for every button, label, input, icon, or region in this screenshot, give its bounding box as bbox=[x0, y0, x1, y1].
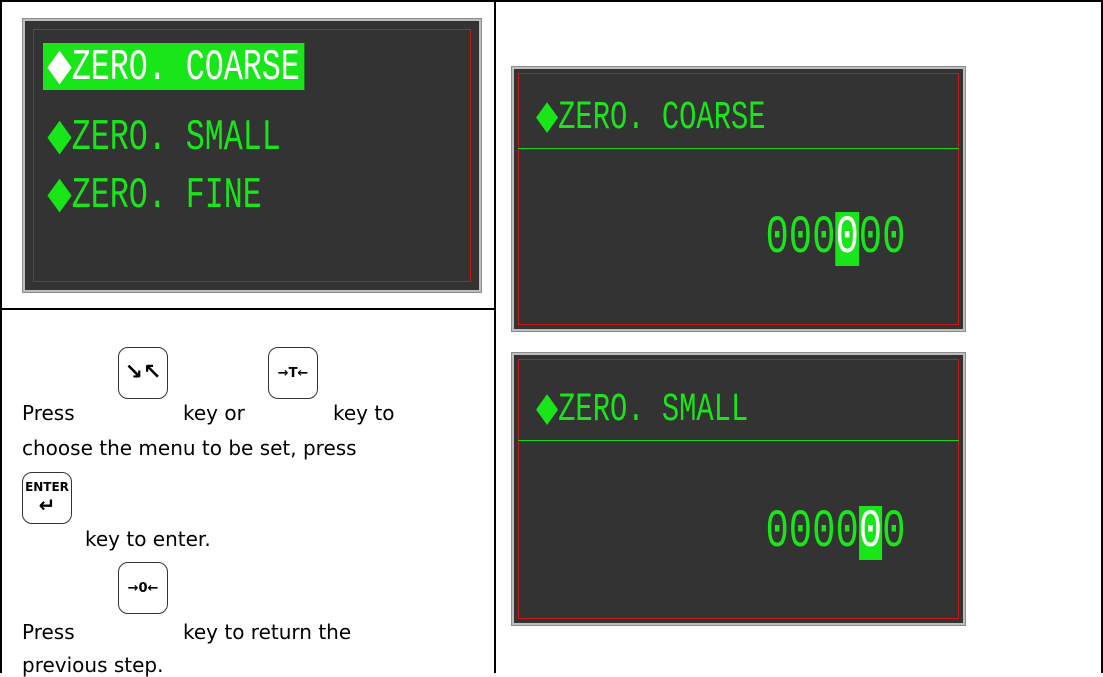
instruction-press-1: Press bbox=[22, 401, 75, 425]
menu-item-label: ZERO. FINE bbox=[71, 171, 262, 221]
select-key-icon: ↘↖ bbox=[118, 347, 168, 399]
digit: 0 bbox=[765, 502, 789, 563]
diamond-icon: ◆ bbox=[47, 39, 72, 90]
instruction-return-previous: key to return the bbox=[183, 620, 352, 644]
zero-value-digits: 000000 bbox=[765, 212, 905, 266]
instruction-previous-step: previous step. bbox=[22, 653, 164, 677]
diamond-icon: ◆ bbox=[47, 109, 72, 160]
digit: 0 bbox=[811, 502, 836, 563]
menu-item-zero-fine[interactable]: ◆ZERO. FINE bbox=[43, 171, 266, 221]
screen-title: ◆ZERO. SMALL bbox=[536, 387, 748, 431]
digit: 0 bbox=[788, 208, 812, 269]
menu-item-zero-small[interactable]: ◆ZERO. SMALL bbox=[43, 113, 285, 163]
screen-title-label: ZERO. COARSE bbox=[558, 96, 766, 141]
zero-key-icon: →0← bbox=[118, 562, 168, 614]
table-border-row bbox=[0, 308, 496, 310]
diamond-icon: ◆ bbox=[536, 384, 559, 430]
zero-coarse-lcd-screen: ◆ZERO. COARSE 000000 bbox=[511, 66, 966, 332]
menu-item-label: ZERO. COARSE bbox=[71, 43, 300, 93]
menu-lcd-screen: ◆ZERO. COARSE ◆ZERO. SMALL ◆ZERO. FINE bbox=[22, 18, 482, 293]
zero-key-glyph: →0← bbox=[127, 580, 159, 596]
instruction-press-2: Press bbox=[22, 620, 75, 644]
diamond-icon: ◆ bbox=[47, 167, 72, 218]
lcd-title-divider bbox=[518, 440, 959, 441]
digit: 0 bbox=[765, 208, 789, 269]
tare-key-icon: →T← bbox=[268, 347, 318, 399]
enter-key-icon: ENTER ↵ bbox=[22, 472, 72, 524]
table-border-top bbox=[0, 0, 1103, 2]
diamond-icon: ◆ bbox=[536, 92, 559, 138]
enter-key-label: ENTER bbox=[25, 480, 69, 494]
digit-cursor: 0 bbox=[858, 502, 882, 563]
screen-title-label: ZERO. SMALL bbox=[558, 388, 749, 433]
zero-small-lcd-screen: ◆ZERO. SMALL 000000 bbox=[511, 352, 966, 626]
enter-arrow-icon: ↵ bbox=[38, 493, 56, 517]
instruction-key-or: key or bbox=[183, 401, 245, 425]
menu-item-zero-coarse[interactable]: ◆ZERO. COARSE bbox=[43, 43, 305, 93]
digit: 0 bbox=[881, 208, 905, 269]
digit: 0 bbox=[811, 208, 836, 269]
digit: 0 bbox=[881, 502, 905, 563]
instruction-key-to-enter: key to enter. bbox=[85, 527, 211, 551]
screen-title: ◆ZERO. COARSE bbox=[536, 95, 766, 139]
tare-key-glyph: →T← bbox=[277, 365, 309, 381]
digit: 0 bbox=[835, 502, 859, 563]
zero-value-digits: 000000 bbox=[765, 506, 905, 560]
table-border-left bbox=[0, 0, 2, 673]
digit: 0 bbox=[858, 208, 882, 269]
select-key-glyph: ↘↖ bbox=[124, 360, 162, 385]
lcd-title-divider bbox=[518, 148, 959, 149]
digit: 0 bbox=[788, 502, 812, 563]
table-border-middle bbox=[494, 0, 496, 673]
instruction-key-to: key to bbox=[333, 401, 395, 425]
digit-cursor: 0 bbox=[835, 208, 859, 269]
menu-item-label: ZERO. SMALL bbox=[71, 113, 281, 163]
instruction-choose-menu: choose the menu to be set, press bbox=[22, 436, 357, 460]
